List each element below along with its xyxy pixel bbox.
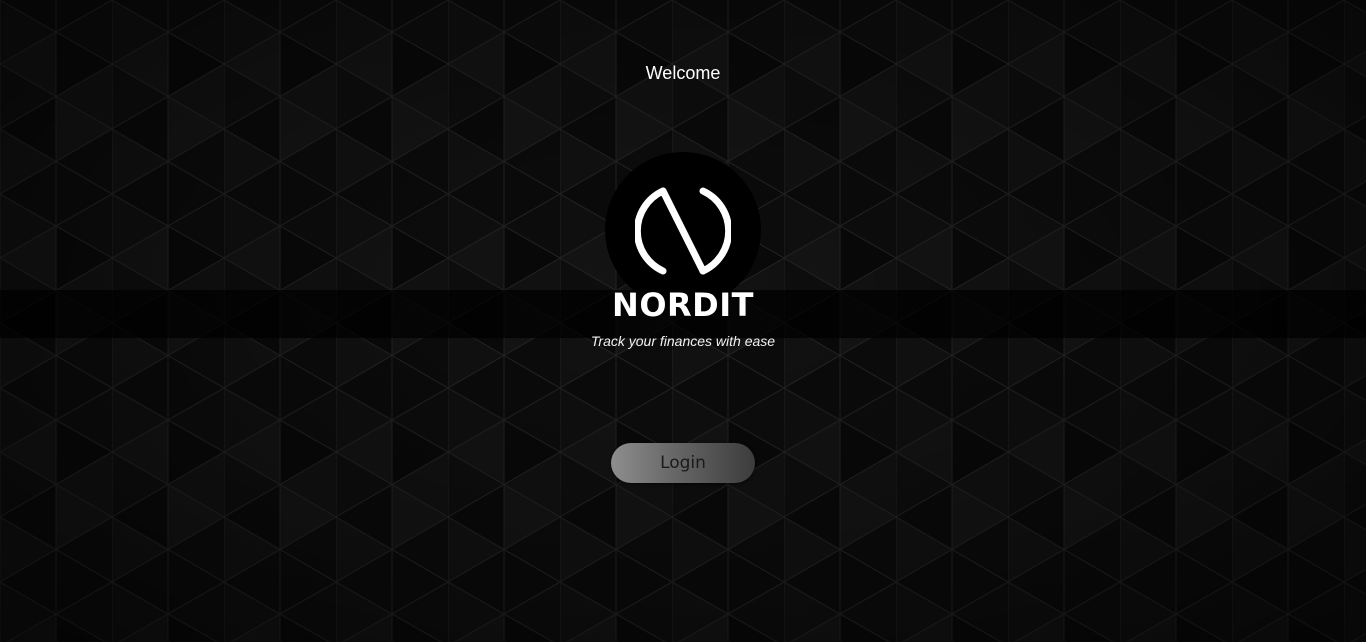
brand-name: NORDIT	[612, 286, 754, 324]
welcome-page: Welcome NORDIT Track your finances with …	[0, 0, 1366, 642]
welcome-heading: Welcome	[645, 63, 721, 83]
logo-badge	[605, 152, 761, 308]
login-button[interactable]: Login	[611, 443, 755, 483]
brand-tagline: Track your finances with ease	[590, 333, 776, 349]
nordit-logo-icon	[635, 187, 731, 275]
